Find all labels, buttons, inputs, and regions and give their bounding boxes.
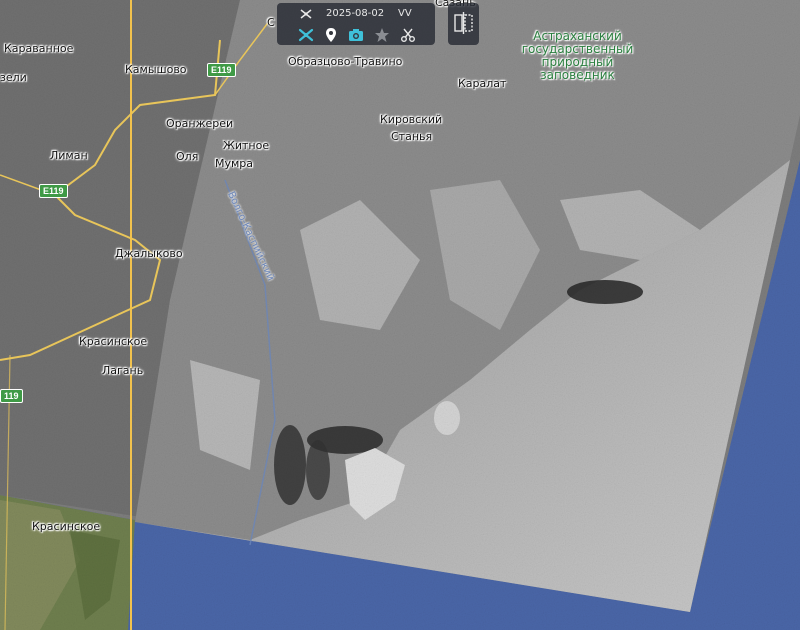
polarization-label[interactable]: VV bbox=[398, 8, 412, 19]
satellite-map[interactable] bbox=[0, 0, 800, 630]
label-reserve: Астраханский государственный природный з… bbox=[510, 30, 645, 82]
label-oranzherei: Оранжереи bbox=[166, 117, 234, 130]
scene-toolbar: 2025-08-02 VV bbox=[277, 3, 435, 45]
label-lagan: Лагань bbox=[102, 364, 144, 377]
compare-button[interactable] bbox=[448, 3, 479, 45]
split-view-icon bbox=[454, 12, 473, 34]
label-stanya: Станья bbox=[391, 130, 433, 143]
scissors-icon[interactable] bbox=[400, 27, 416, 43]
label-mumra: Мумра bbox=[215, 157, 254, 170]
label-kamyshovo: Камышово bbox=[125, 63, 187, 76]
satellite-icon bbox=[300, 9, 312, 19]
road-shield-e119-north: E119 bbox=[207, 63, 236, 77]
label-karavannoe: Караванное bbox=[4, 42, 74, 55]
label-karalat: Каралат bbox=[458, 77, 507, 90]
label-zeli: зели bbox=[0, 71, 27, 84]
road-shield-e119-west: E119 bbox=[39, 184, 68, 198]
label-s-top: С bbox=[267, 16, 275, 29]
scene-info: 2025-08-02 VV bbox=[277, 5, 435, 23]
pin-icon[interactable] bbox=[323, 27, 339, 43]
label-liman: Лиман bbox=[50, 149, 88, 162]
label-zhitnoe: Житное bbox=[223, 139, 270, 152]
layers-tool-icon[interactable] bbox=[298, 27, 314, 43]
label-obraztsovo-travino: Образцово-Травино bbox=[288, 55, 403, 68]
camera-icon[interactable] bbox=[348, 27, 364, 43]
scene-date: 2025-08-02 bbox=[326, 8, 385, 19]
label-krasinskoe-south: Красинское bbox=[32, 520, 101, 533]
label-kirovsky: Кировский bbox=[380, 113, 443, 126]
label-krasinskoe: Красинское bbox=[79, 335, 148, 348]
star-icon[interactable] bbox=[374, 27, 390, 43]
label-olya: Оля bbox=[176, 150, 199, 163]
reserve-line4: заповедник bbox=[540, 68, 615, 82]
toolbar-actions bbox=[277, 25, 435, 45]
label-dzhalykovo: Джалыково bbox=[115, 247, 183, 260]
dark-slick bbox=[567, 280, 643, 304]
road-shield-119-south: 119 bbox=[0, 389, 23, 403]
